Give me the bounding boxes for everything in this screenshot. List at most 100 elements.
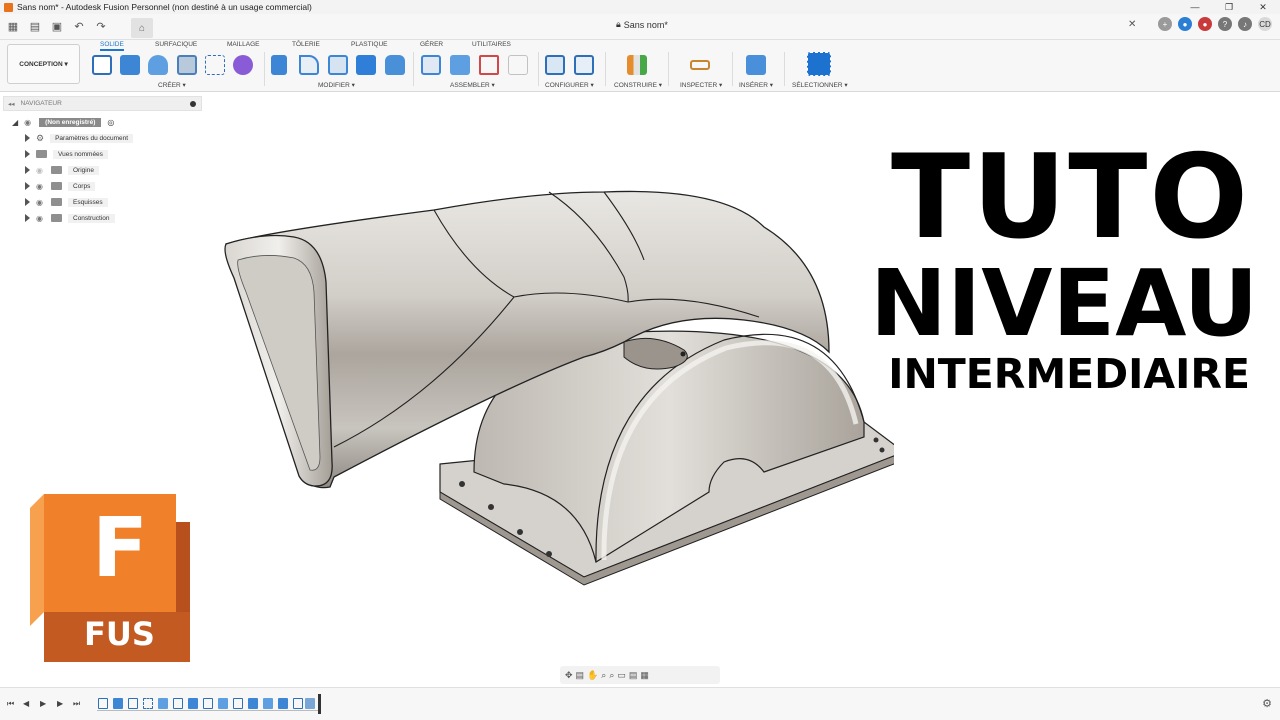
step-forward-icon[interactable]: ▶ (57, 699, 63, 708)
new-component-icon[interactable] (450, 55, 470, 75)
extensions-icon[interactable]: ● (1178, 17, 1192, 31)
timeline-feature-icon[interactable] (263, 698, 273, 709)
undo-icon[interactable]: ↶ (70, 18, 88, 36)
group-modifier[interactable]: MODIFIER ▾ (318, 81, 355, 89)
hole-icon[interactable] (177, 55, 197, 75)
group-construire[interactable]: CONSTRUIRE ▾ (614, 81, 662, 89)
timeline-sketch-icon[interactable] (98, 698, 108, 709)
tab-surfacique[interactable]: SURFACIQUE (155, 41, 197, 48)
timeline-sketch-icon[interactable] (173, 698, 183, 709)
notifications-icon[interactable]: ♪ (1238, 17, 1252, 31)
group-assembler[interactable]: ASSEMBLER ▾ (450, 81, 495, 89)
group-inserer[interactable]: INSÉRER ▾ (739, 81, 773, 89)
tab-utilitaires[interactable]: UTILITAIRES (472, 41, 511, 48)
document-tab[interactable]: 🔒︎ Sans nom* (616, 19, 668, 30)
tree-item-corps[interactable]: ◉ Corps (25, 180, 96, 192)
timeline-marker[interactable] (318, 694, 321, 714)
timeline-feature-icon[interactable] (248, 698, 258, 709)
timeline-feature-icon[interactable] (188, 698, 198, 709)
timeline-feature-icon[interactable] (113, 698, 123, 709)
minimize-button[interactable]: — (1178, 0, 1212, 14)
tree-root[interactable]: ◢ ◉ (Non enregistré) ◎ (12, 116, 114, 128)
timeline-feature-icon[interactable] (305, 698, 315, 709)
close-window-button[interactable]: ✕ (1246, 0, 1280, 14)
go-to-end-icon[interactable]: ⏭ (73, 699, 80, 709)
expand-triangle-icon[interactable] (25, 150, 30, 158)
timeline-feature-icon[interactable] (278, 698, 288, 709)
joint-origin-icon[interactable] (508, 55, 528, 75)
timeline-sketch-icon[interactable] (143, 698, 153, 709)
job-status-icon[interactable]: ● (1198, 17, 1212, 31)
tree-item-esquisses[interactable]: ◉ Esquisses (25, 196, 108, 208)
collapse-navigator-icon[interactable]: ◂◂ (8, 100, 15, 108)
as-built-joint-icon[interactable] (479, 55, 499, 75)
shell-icon[interactable] (328, 55, 348, 75)
combine-icon[interactable] (356, 55, 376, 75)
group-creer[interactable]: CRÉER ▾ (158, 81, 186, 89)
timeline-feature-icon[interactable] (218, 698, 228, 709)
grid-menu-icon[interactable]: ▦ (4, 18, 22, 36)
expand-root-icon[interactable]: ◢ (12, 118, 18, 127)
file-menu-icon[interactable]: ▤ (26, 18, 44, 36)
insert-image-icon[interactable] (746, 55, 766, 75)
tab-plastique[interactable]: PLASTIQUE (351, 41, 387, 48)
zoom-icon[interactable]: ⌕ (601, 670, 606, 681)
fillet-icon[interactable] (299, 55, 319, 75)
select-icon[interactable] (807, 52, 831, 76)
play-icon[interactable]: ▶ (40, 699, 46, 708)
group-inspecter[interactable]: INSPECTER ▾ (680, 81, 722, 89)
user-avatar[interactable]: CD (1258, 17, 1272, 31)
timeline-sketch-icon[interactable] (293, 698, 303, 709)
visibility-eye-icon[interactable]: ◉ (36, 214, 45, 223)
create-sketch-icon[interactable] (92, 55, 112, 75)
press-pull-icon[interactable] (271, 55, 287, 75)
workspace-switcher[interactable]: CONCEPTION ▾ (7, 44, 80, 84)
tree-item-parametres[interactable]: ⚙ Paramètres du document (25, 132, 134, 144)
extrude-icon[interactable] (120, 55, 140, 75)
close-document-icon[interactable]: ✕ (1128, 19, 1136, 30)
parameters-icon[interactable] (545, 55, 565, 75)
maximize-button[interactable]: ❐ (1212, 0, 1246, 14)
pattern-icon[interactable] (205, 55, 225, 75)
3d-model-viewport[interactable] (204, 92, 894, 682)
timeline-settings-gear-icon[interactable]: ⚙ (1262, 697, 1272, 710)
tree-item-vues[interactable]: Vues nommées (25, 148, 108, 160)
tab-maillage[interactable]: MAILLAGE (227, 41, 260, 48)
construct-plane-icon[interactable] (627, 55, 647, 75)
expand-triangle-icon[interactable] (25, 134, 30, 142)
revolve-icon[interactable] (148, 55, 168, 75)
grid-settings-icon[interactable]: ▤ (629, 670, 638, 681)
help-icon[interactable]: ? (1218, 17, 1232, 31)
navigator-pin-icon[interactable] (190, 100, 196, 107)
configure-table-icon[interactable] (574, 55, 594, 75)
save-icon[interactable]: ▣ (48, 18, 66, 36)
visibility-eye-icon[interactable]: ◉ (36, 182, 45, 191)
viewports-icon[interactable]: ▦ (640, 670, 649, 681)
step-back-icon[interactable]: ◀ (23, 699, 29, 708)
new-tab-icon[interactable]: + (1158, 17, 1172, 31)
orbit-icon[interactable]: ✥ (565, 670, 573, 681)
group-selectionner[interactable]: SÉLECTIONNER ▾ (792, 81, 848, 89)
timeline-sketch-icon[interactable] (128, 698, 138, 709)
timeline-sketch-icon[interactable] (203, 698, 213, 709)
tab-solide[interactable]: SOLIDE (100, 41, 124, 51)
tree-item-construction[interactable]: ◉ Construction (25, 212, 115, 224)
go-to-start-icon[interactable]: ⏮ (7, 699, 14, 709)
display-settings-icon[interactable]: ▭ (617, 670, 626, 681)
timeline-sketch-icon[interactable] (233, 698, 243, 709)
navigator-header[interactable]: ◂◂ NAVIGATEUR (3, 96, 202, 111)
visibility-eye-icon[interactable]: ◉ (24, 118, 33, 127)
tab-gerer[interactable]: GÉRER (420, 41, 443, 48)
expand-triangle-icon[interactable] (25, 182, 30, 190)
hidden-eye-icon[interactable]: ◉ (36, 166, 45, 175)
form-icon[interactable] (233, 55, 253, 75)
redo-icon[interactable]: ↷ (92, 18, 110, 36)
expand-triangle-icon[interactable] (25, 166, 30, 174)
expand-triangle-icon[interactable] (25, 198, 30, 206)
tab-tolerie[interactable]: TÔLERIE (292, 41, 320, 48)
joint-icon[interactable] (421, 55, 441, 75)
visibility-eye-icon[interactable]: ◉ (36, 198, 45, 207)
home-tab-icon[interactable]: ⌂ (131, 18, 153, 38)
pan-icon[interactable]: ✋ (587, 670, 598, 681)
group-configurer[interactable]: CONFIGURER ▾ (545, 81, 594, 89)
